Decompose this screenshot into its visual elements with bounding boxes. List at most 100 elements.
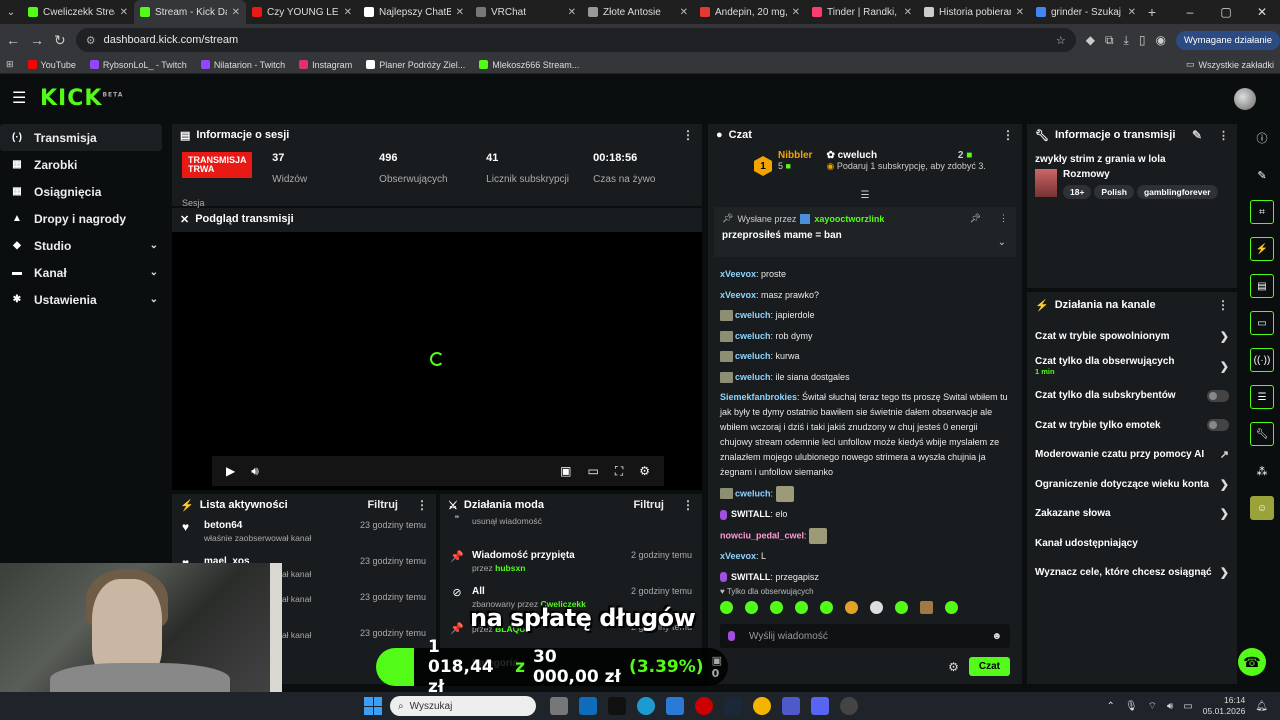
- browser-tab[interactable]: grinder - Szukaj w ✕: [1030, 0, 1142, 24]
- stream-tag[interactable]: Polish: [1094, 185, 1134, 199]
- rail-wrench-icon[interactable]: 🔧︎: [1250, 422, 1274, 446]
- rail-document-icon[interactable]: ▤: [1250, 274, 1274, 298]
- forward-icon[interactable]: →: [30, 32, 44, 48]
- rail-share-icon[interactable]: ⁂: [1250, 459, 1274, 483]
- opera-icon[interactable]: [695, 697, 713, 715]
- rail-avatar-icon[interactable]: ☺: [1250, 496, 1274, 520]
- chat-username[interactable]: nowciu_pedal_cwel: [720, 530, 804, 540]
- sidebar-item-studio[interactable]: ◆ Studio ⌄: [0, 232, 168, 259]
- clock[interactable]: 16:14 05.01.2026: [1203, 695, 1246, 717]
- chevron-right-icon[interactable]: ❯: [1220, 478, 1229, 491]
- steam-icon[interactable]: [724, 697, 742, 715]
- site-info-icon[interactable]: ⚙: [86, 34, 96, 47]
- emote-9[interactable]: [920, 601, 933, 614]
- reload-icon[interactable]: ↻: [54, 32, 66, 49]
- taskbar-search[interactable]: ⌕ Wyszukaj: [390, 696, 536, 716]
- chat-username[interactable]: cweluch: [735, 331, 771, 341]
- tab-close-icon[interactable]: ✕: [344, 7, 352, 18]
- extension-icon[interactable]: ◆: [1086, 33, 1095, 47]
- info-icon[interactable]: ⓘ: [1250, 126, 1274, 150]
- speaker-icon[interactable]: 🔊︎: [1167, 701, 1173, 712]
- download-icon[interactable]: ⤓: [1124, 33, 1129, 48]
- chat-username[interactable]: cweluch: [735, 310, 771, 320]
- tab-close-icon[interactable]: ✕: [1128, 7, 1136, 18]
- browser-tab[interactable]: Cweliczekk Stream ✕: [22, 0, 134, 24]
- channel-action-item[interactable]: Czat tylko dla obserwujących 1 min ❯: [1027, 352, 1237, 382]
- browser-tab[interactable]: Złote Antosie ✕: [582, 0, 694, 24]
- bookmark-item[interactable]: Mlekosz666 Stream...: [479, 60, 579, 70]
- discord-icon[interactable]: [811, 697, 829, 715]
- bookmark-item[interactable]: Instagram: [299, 60, 352, 70]
- chevron-right-icon[interactable]: ❯: [1220, 507, 1229, 520]
- chat-send-button[interactable]: Czat: [968, 657, 1010, 676]
- sidebar-item-dropy-i-nagrody[interactable]: ▲ Dropy i nagrody: [0, 205, 168, 232]
- chrome-icon[interactable]: [753, 697, 771, 715]
- channel-action-item[interactable]: Kanał udostępniający: [1027, 529, 1237, 559]
- minimize-icon[interactable]: –: [1172, 5, 1208, 19]
- toggle-switch[interactable]: [1207, 419, 1229, 432]
- bookmark-item[interactable]: YouTube: [27, 60, 76, 70]
- unpin-icon[interactable]: 📌︎: [970, 213, 981, 224]
- user-avatar[interactable]: [1234, 88, 1256, 110]
- channel-action-item[interactable]: Czat w trybie spowolnionym ❯: [1027, 322, 1237, 352]
- toggle-switch[interactable]: [1207, 389, 1229, 402]
- microphone-icon[interactable]: 🎙︎: [1125, 701, 1138, 712]
- sidepanel-icon[interactable]: ▯: [1139, 33, 1146, 47]
- teams-icon[interactable]: [782, 697, 800, 715]
- chat-username[interactable]: SWITALL: [731, 572, 770, 582]
- rail-bolt-icon[interactable]: ⚡: [1250, 237, 1274, 261]
- stream-info-more-icon[interactable]: ⋮: [1218, 129, 1229, 142]
- sidebar-item-zarobki[interactable]: ▦ Zarobki: [0, 151, 168, 178]
- emoji-icon[interactable]: ☻: [991, 631, 1002, 642]
- back-icon[interactable]: ←: [6, 32, 20, 48]
- theater-icon[interactable]: ▭: [587, 464, 598, 478]
- help-icon[interactable]: ☎: [1238, 648, 1266, 676]
- edit-icon[interactable]: ✎: [1192, 128, 1202, 142]
- chat-username[interactable]: SWITALL: [731, 509, 770, 519]
- tray-chevron-icon[interactable]: ⌃: [1106, 701, 1114, 712]
- activity-more-icon[interactable]: ⋮: [416, 498, 428, 512]
- tab-close-icon[interactable]: ✕: [1016, 7, 1024, 18]
- channel-action-item[interactable]: Moderowanie czatu przy pomocy AI ↗: [1027, 440, 1237, 470]
- bookmark-item[interactable]: RybsonLoL_ - Twitch: [89, 60, 187, 70]
- stream-tag[interactable]: 18+: [1063, 185, 1092, 199]
- emote-2[interactable]: [745, 601, 758, 614]
- chat-username[interactable]: cweluch: [735, 372, 771, 382]
- url-bar[interactable]: ⚙ dashboard.kick.com/stream ☆: [75, 28, 1076, 52]
- tab-close-icon[interactable]: ✕: [456, 7, 464, 18]
- sidebar-item-osi-gni-cia[interactable]: ▦ Osiągnięcia: [0, 178, 168, 205]
- extensions-puzzle-icon[interactable]: ⧉: [1105, 33, 1114, 48]
- activity-user[interactable]: beton64: [204, 520, 311, 531]
- chevron-right-icon[interactable]: ❯: [1220, 360, 1229, 373]
- chat-username[interactable]: xVeevox: [720, 290, 756, 300]
- chat-username[interactable]: cweluch: [735, 351, 771, 361]
- chat-input[interactable]: Wyślij wiadomość ☻: [720, 624, 1010, 648]
- kick-logo[interactable]: KICKBETA: [40, 86, 123, 111]
- expand-pinned-icon[interactable]: ⌄: [998, 237, 1006, 248]
- mod-action-user[interactable]: hubsxn: [495, 563, 525, 573]
- tab-close-icon[interactable]: ✕: [120, 7, 128, 18]
- bookmark-star-icon[interactable]: ☆: [1056, 34, 1066, 47]
- notifications-icon[interactable]: 🔔︎: [1255, 701, 1268, 712]
- browser-tab[interactable]: Stream - Kick Dashboard ✕: [134, 0, 246, 24]
- emote-1[interactable]: [720, 601, 733, 614]
- tab-close-icon[interactable]: ✕: [680, 7, 688, 18]
- chat-username[interactable]: xVeevox: [720, 551, 756, 561]
- chat-username[interactable]: xVeevox: [720, 269, 756, 279]
- outlook-icon[interactable]: [579, 697, 597, 715]
- tiktok-icon[interactable]: [608, 697, 626, 715]
- tab-close-icon[interactable]: ✕: [904, 7, 912, 18]
- close-window-icon[interactable]: ✕: [1244, 5, 1280, 19]
- stream-tag[interactable]: gamblingforever: [1136, 185, 1218, 199]
- tab-search-icon[interactable]: ⌄: [0, 7, 22, 18]
- chat-username[interactable]: Siemekfanbrokies: [720, 392, 797, 402]
- channel-action-item[interactable]: Wyznacz cele, które chcesz osiągnąć ❯: [1027, 558, 1237, 588]
- obs-icon[interactable]: [840, 697, 858, 715]
- browser-tab[interactable]: VRChat ✕: [470, 0, 582, 24]
- channel-action-item[interactable]: Czat w trybie tylko emotek: [1027, 411, 1237, 441]
- volume-icon[interactable]: 🔊︎: [251, 464, 259, 479]
- wifi-icon[interactable]: ⌔: [1148, 700, 1157, 713]
- battery-icon[interactable]: ▭: [1183, 701, 1192, 712]
- start-icon[interactable]: [364, 697, 382, 715]
- mod-more-icon[interactable]: ⋮: [682, 498, 694, 512]
